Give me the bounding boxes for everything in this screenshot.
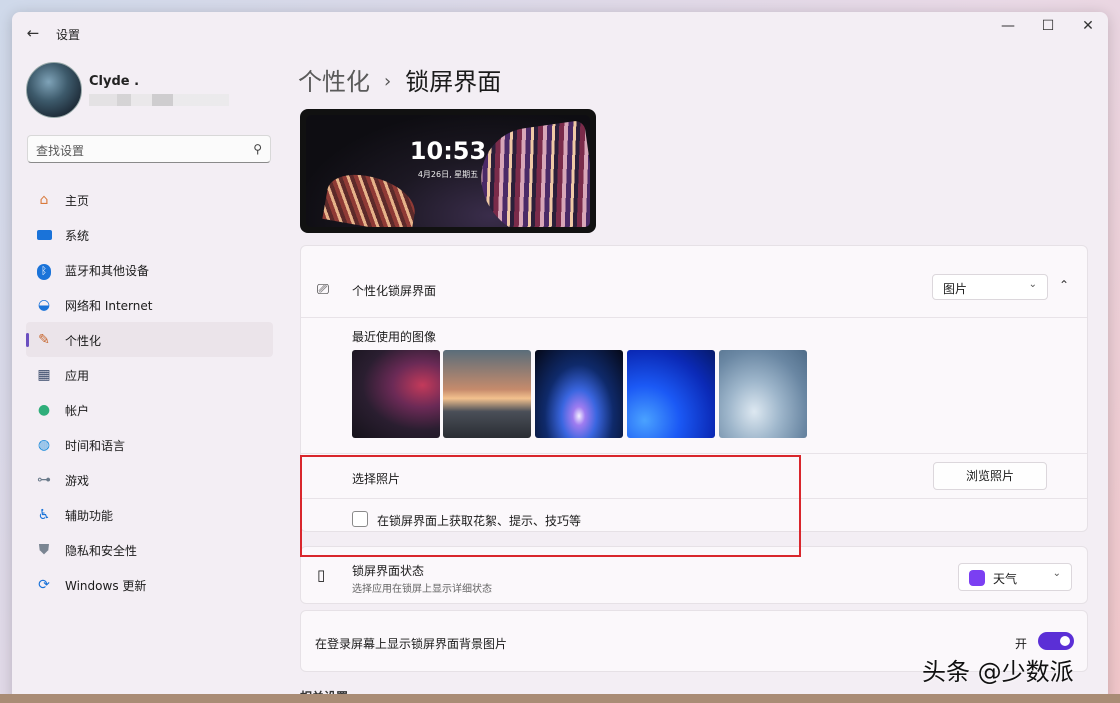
- person-icon: ●: [37, 402, 51, 418]
- chevron-down-icon: ⌄: [1052, 568, 1061, 579]
- divider: [301, 317, 1087, 318]
- sidebar-item-personalization[interactable]: ✎ 个性化: [26, 322, 273, 357]
- sidebar-item-network[interactable]: ◒ 网络和 Internet: [26, 287, 273, 322]
- sidebar-item-home[interactable]: ⌂ 主页: [26, 182, 273, 217]
- watermark: 头条 @少数派: [922, 658, 1074, 686]
- sidebar-item-label: 系统: [65, 229, 90, 243]
- weather-app-icon: [969, 570, 985, 586]
- app-title: 设置: [56, 28, 81, 42]
- page-title: 锁屏界面: [405, 68, 502, 96]
- sidebar-item-label: 蓝牙和其他设备: [65, 264, 150, 278]
- title-bar: ← 设置 — ☐ ✕: [12, 12, 1108, 52]
- recent-image-thumbnail[interactable]: [627, 350, 715, 438]
- home-icon: ⌂: [39, 192, 49, 208]
- sidebar-item-label: 帐户: [65, 404, 90, 418]
- breadcrumb-parent[interactable]: 个性化: [298, 68, 370, 96]
- update-icon: ⟳: [38, 577, 50, 593]
- sidebar-item-privacy[interactable]: ⛊ 隐私和安全性: [26, 532, 273, 567]
- settings-window: ← 设置 — ☐ ✕ Clyde . 查找设置 ⚲ ⌂ 主页 系统 ᛒ 蓝牙和其…: [12, 12, 1108, 703]
- status-subtitle: 选择应用在锁屏上显示详细状态: [352, 584, 492, 595]
- preview-wallpaper: 10:53 4月26日, 星期五: [306, 115, 590, 227]
- dropdown-value: 图片: [943, 282, 968, 296]
- sidebar-item-gaming[interactable]: ⊶ 游戏: [26, 462, 273, 497]
- annotation-highlight-box: [300, 455, 801, 557]
- preview-date: 4月26日, 星期五: [417, 170, 479, 179]
- sidebar-item-label: 个性化: [65, 334, 102, 348]
- sidebar-item-label: 网络和 Internet: [65, 299, 153, 313]
- sidebar-item-apps[interactable]: ▦ 应用: [26, 357, 273, 392]
- gamepad-icon: ⊶: [37, 472, 51, 488]
- sidebar-item-label: 应用: [65, 369, 90, 383]
- recent-image-thumbnail[interactable]: [443, 350, 531, 438]
- maximize-button[interactable]: ☐: [1028, 12, 1068, 42]
- desktop-strip: [0, 694, 1120, 703]
- recent-image-thumbnail[interactable]: [352, 350, 440, 438]
- toggle-state-label: 开: [1015, 637, 1028, 651]
- search-icon[interactable]: ⚲: [253, 142, 262, 156]
- breadcrumb: 个性化 › 锁屏界面: [298, 62, 501, 97]
- sidebar-item-label: 主页: [65, 194, 90, 208]
- wifi-icon: ◒: [37, 297, 51, 313]
- avatar[interactable]: [26, 62, 82, 118]
- monitor-icon: [35, 226, 53, 244]
- sidebar-item-accounts[interactable]: ● 帐户: [26, 392, 273, 427]
- browse-photos-button[interactable]: 浏览照片: [933, 462, 1047, 490]
- sidebar-nav: ⌂ 主页 系统 ᛒ 蓝牙和其他设备 ◒ 网络和 Internet ✎ 个性化 ▦…: [26, 182, 273, 602]
- sidebar-item-label: 游戏: [65, 474, 90, 488]
- chevron-up-icon[interactable]: ⌃: [1059, 278, 1069, 292]
- apps-icon: ▦: [37, 367, 51, 383]
- accessibility-icon: ♿: [37, 507, 51, 523]
- search-input[interactable]: 查找设置 ⚲: [27, 135, 271, 163]
- signin-background-label: 在登录屏幕上显示锁屏界面背景图片: [315, 637, 508, 651]
- lockscreen-preview: 10:53 4月26日, 星期五: [300, 109, 596, 233]
- sidebar-item-label: 时间和语言: [65, 439, 126, 453]
- minimize-button[interactable]: —: [988, 12, 1028, 42]
- sidebar-item-windows-update[interactable]: ⟳ Windows 更新: [26, 567, 273, 602]
- recent-image-thumbnail[interactable]: [535, 350, 623, 438]
- bluetooth-icon: ᛒ: [35, 261, 53, 280]
- user-name: Clyde .: [89, 74, 140, 89]
- lockscreen-type-dropdown[interactable]: 图片 ⌄: [932, 274, 1048, 300]
- lock-screen-icon: ⎚: [317, 280, 330, 298]
- sidebar-item-label: 隐私和安全性: [65, 544, 138, 558]
- dropdown-value: 天气: [993, 572, 1018, 586]
- sidebar-item-accessibility[interactable]: ♿ 辅助功能: [26, 497, 273, 532]
- globe-clock-icon: ◍: [37, 437, 51, 453]
- search-placeholder: 查找设置: [36, 144, 85, 158]
- sidebar-item-label: 辅助功能: [65, 509, 114, 523]
- recent-images-label: 最近使用的图像: [352, 330, 437, 344]
- divider: [301, 453, 1087, 454]
- chevron-down-icon: ⌄: [1028, 279, 1037, 290]
- signin-background-toggle[interactable]: [1038, 632, 1074, 650]
- back-arrow-icon[interactable]: ←: [24, 24, 42, 42]
- status-device-icon: ▯: [317, 566, 326, 584]
- close-button[interactable]: ✕: [1068, 12, 1108, 42]
- brush-icon: ✎: [38, 332, 50, 348]
- toggle-knob: [1060, 636, 1070, 646]
- status-app-dropdown[interactable]: 天气 ⌄: [958, 563, 1072, 591]
- status-title: 锁屏界面状态: [352, 564, 425, 578]
- shield-icon: ⛊: [38, 542, 50, 558]
- user-email-redacted: [89, 94, 229, 106]
- sidebar-item-time-language[interactable]: ◍ 时间和语言: [26, 427, 273, 462]
- lockscreen-title: 个性化锁屏界面: [352, 284, 437, 298]
- sidebar-item-label: Windows 更新: [65, 579, 147, 593]
- breadcrumb-separator: ›: [384, 71, 392, 92]
- sidebar-item-bluetooth[interactable]: ᛒ 蓝牙和其他设备: [26, 252, 273, 287]
- sidebar-item-system[interactable]: 系统: [26, 217, 273, 252]
- recent-image-thumbnail[interactable]: [719, 350, 807, 438]
- preview-time: 10:53: [409, 137, 487, 165]
